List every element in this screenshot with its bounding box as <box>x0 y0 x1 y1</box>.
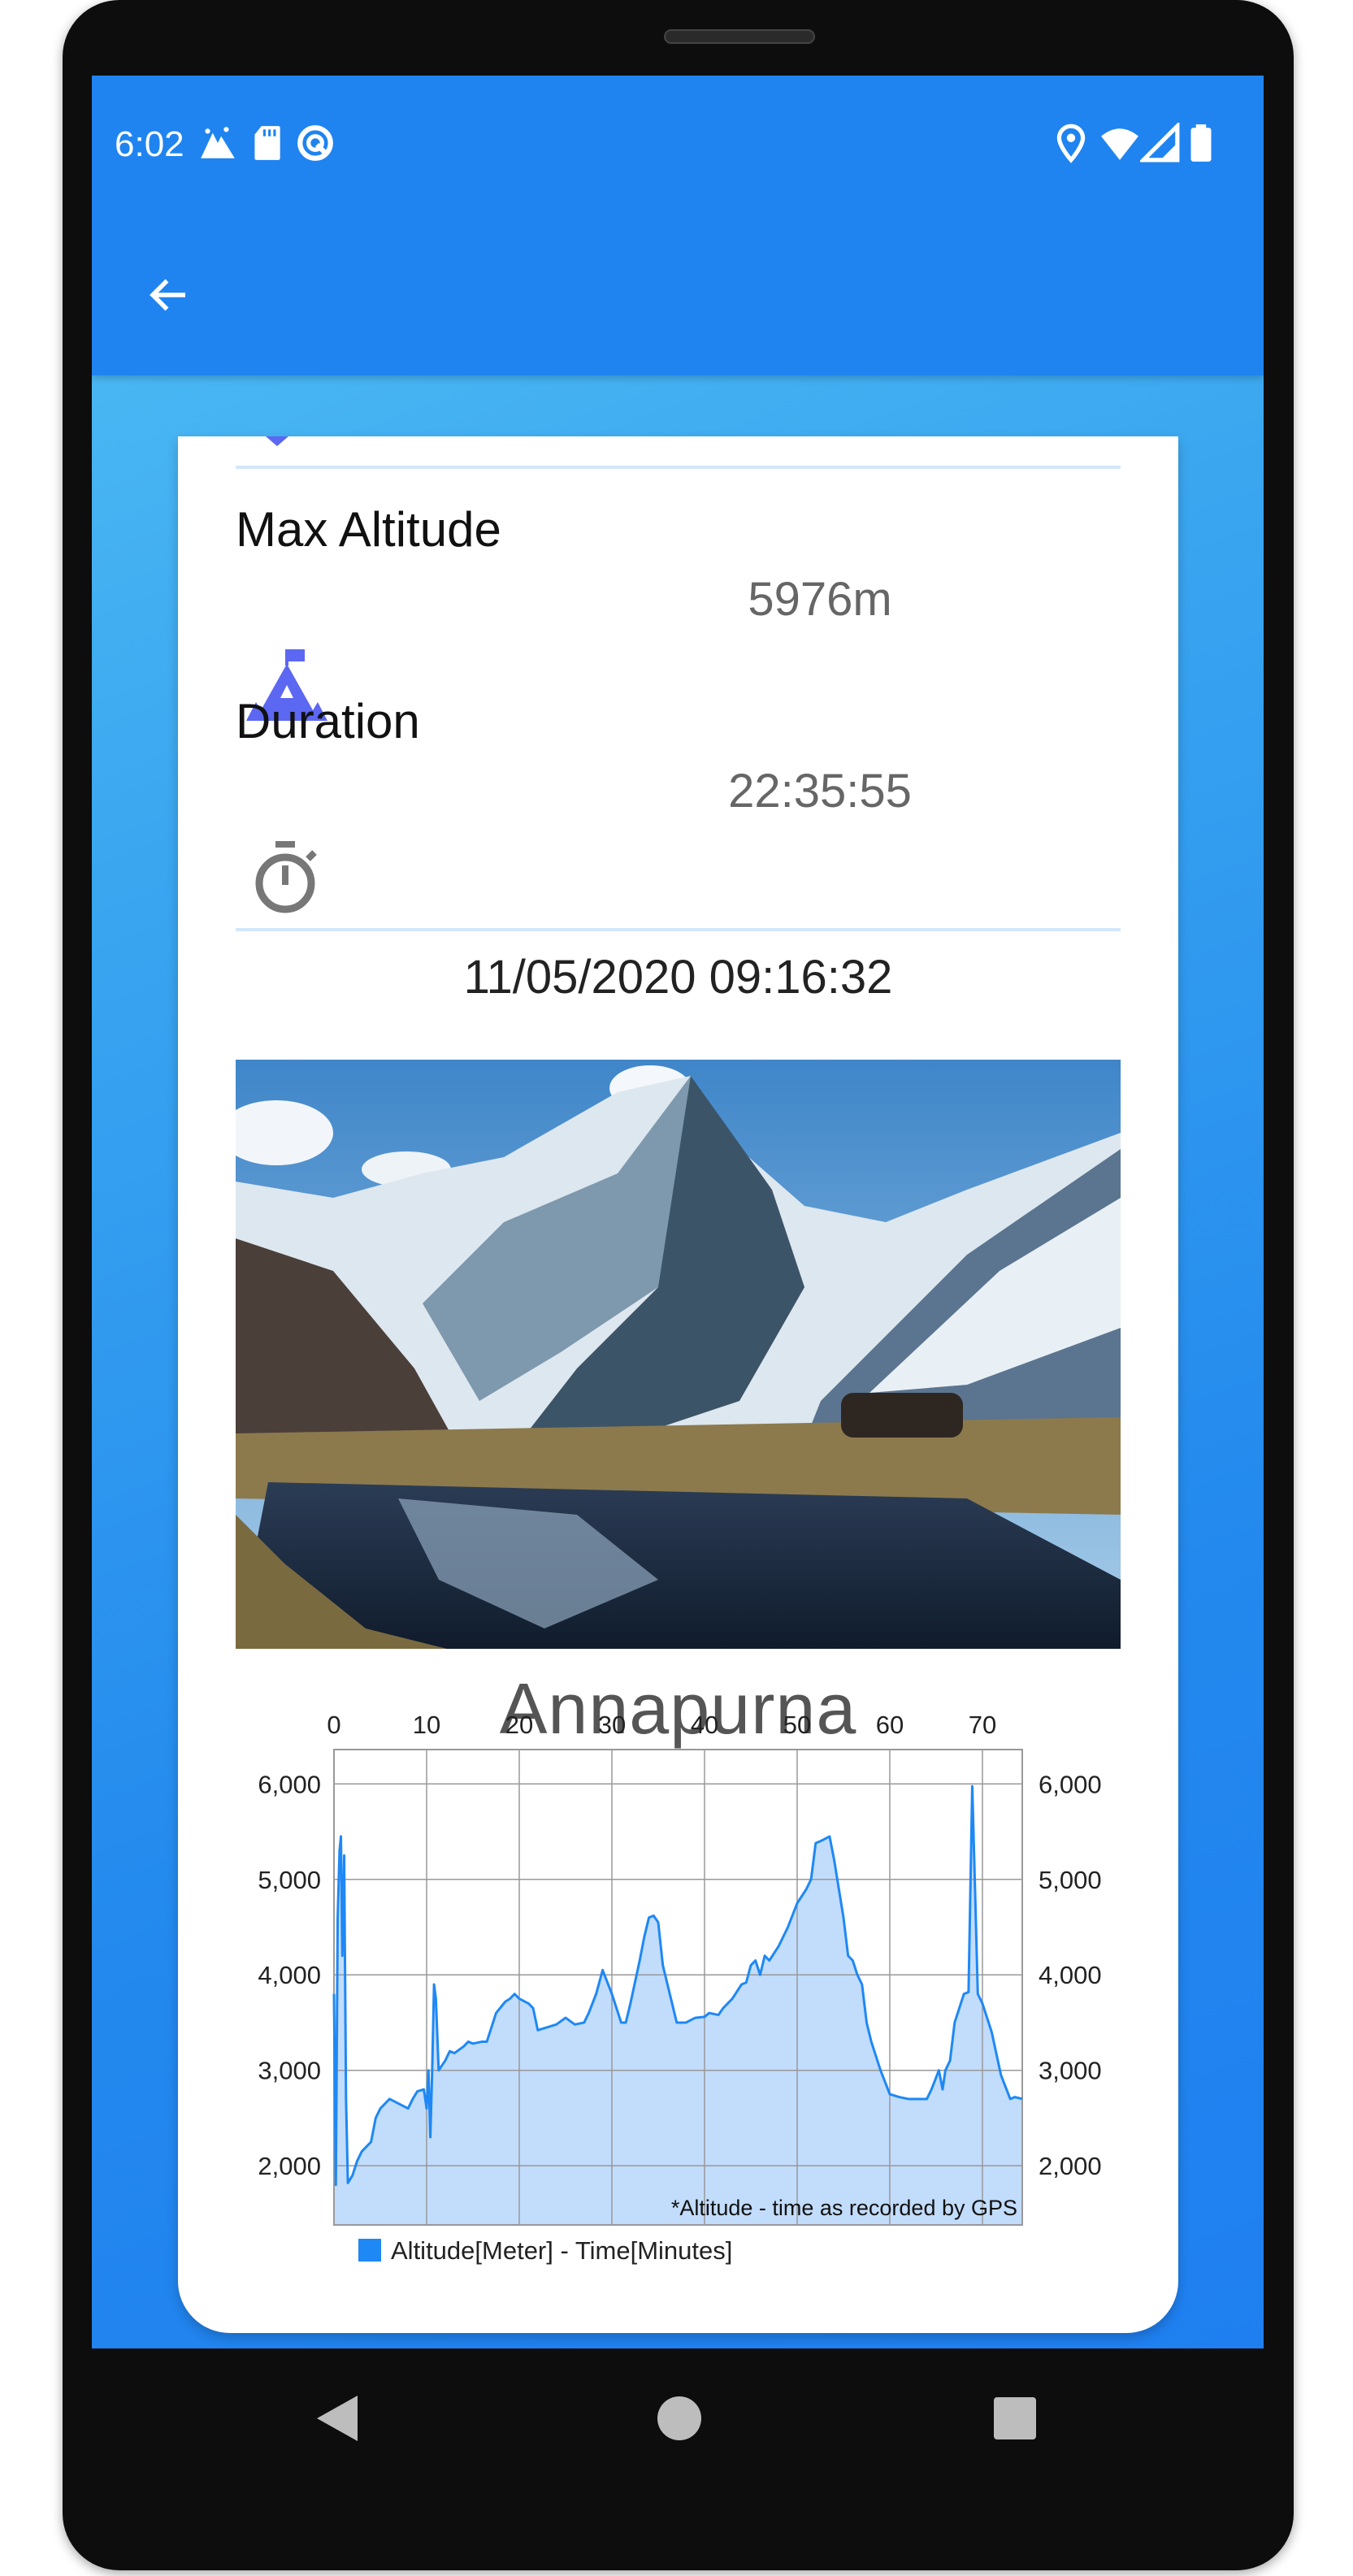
stopwatch-icon <box>255 841 317 913</box>
sd-card-icon <box>254 126 280 160</box>
legend-swatch <box>358 2239 381 2262</box>
square-recents-icon[interactable] <box>994 2397 1036 2439</box>
divider <box>236 466 1121 469</box>
max-altitude-value: 5976m <box>748 573 892 626</box>
altitude-area <box>334 1786 1022 2225</box>
trek-title: Annapurna <box>499 1668 857 1749</box>
trek-date: 11/05/2020 09:16:32 <box>463 951 893 1004</box>
screen: 6:02 Max Altitude 5976m Duration 22:35:5… <box>92 76 1264 2348</box>
triangle-back-icon[interactable] <box>315 2394 359 2443</box>
circle-q-icon <box>297 125 333 161</box>
speaker-grille <box>664 29 815 44</box>
wifi-icon <box>1101 128 1138 160</box>
plot-border <box>333 1749 1023 2226</box>
y-tick-label-left: 6,000 <box>258 1770 321 1798</box>
circle-home-icon[interactable] <box>657 2396 702 2441</box>
y-tick-label-right: 6,000 <box>1039 1770 1102 1798</box>
y-tick-label-left: 2,000 <box>258 2152 321 2180</box>
duration-value: 22:35:55 <box>728 765 912 817</box>
altitude-line <box>332 1785 1023 2187</box>
y-tick-label-left: 3,000 <box>258 2057 321 2085</box>
back-arrow-icon[interactable] <box>141 271 197 319</box>
mountain-notification-icon <box>201 127 235 158</box>
max-altitude-label: Max Altitude <box>236 502 501 557</box>
duration-label: Duration <box>236 694 420 748</box>
y-tick-label-right: 4,000 <box>1039 1961 1102 1989</box>
signal-icon <box>1140 123 1180 163</box>
partial-icon <box>266 436 288 446</box>
y-tick-label-left: 4,000 <box>258 1961 321 1989</box>
app-bar: 6:02 <box>92 76 1264 375</box>
legend-label: Altitude[Meter] - Time[Minutes] <box>391 2236 732 2265</box>
status-time: 6:02 <box>115 124 184 164</box>
mountain-lake-photo <box>236 1060 1121 1649</box>
navigation-bar <box>92 2348 1264 2509</box>
battery-icon <box>1190 124 1212 162</box>
chart-annotation: *Altitude - time as recorded by GPS <box>671 2196 1017 2220</box>
divider <box>236 928 1121 931</box>
location-icon <box>1056 124 1086 163</box>
y-tick-label-right: 5,000 <box>1039 1866 1102 1894</box>
y-tick-label-right: 2,000 <box>1039 2152 1102 2180</box>
trek-details-card: Max Altitude 5976m Duration 22:35:55 11/… <box>178 436 1178 2333</box>
y-tick-label-left: 5,000 <box>258 1866 321 1894</box>
y-tick-label-right: 3,000 <box>1039 2057 1102 2085</box>
